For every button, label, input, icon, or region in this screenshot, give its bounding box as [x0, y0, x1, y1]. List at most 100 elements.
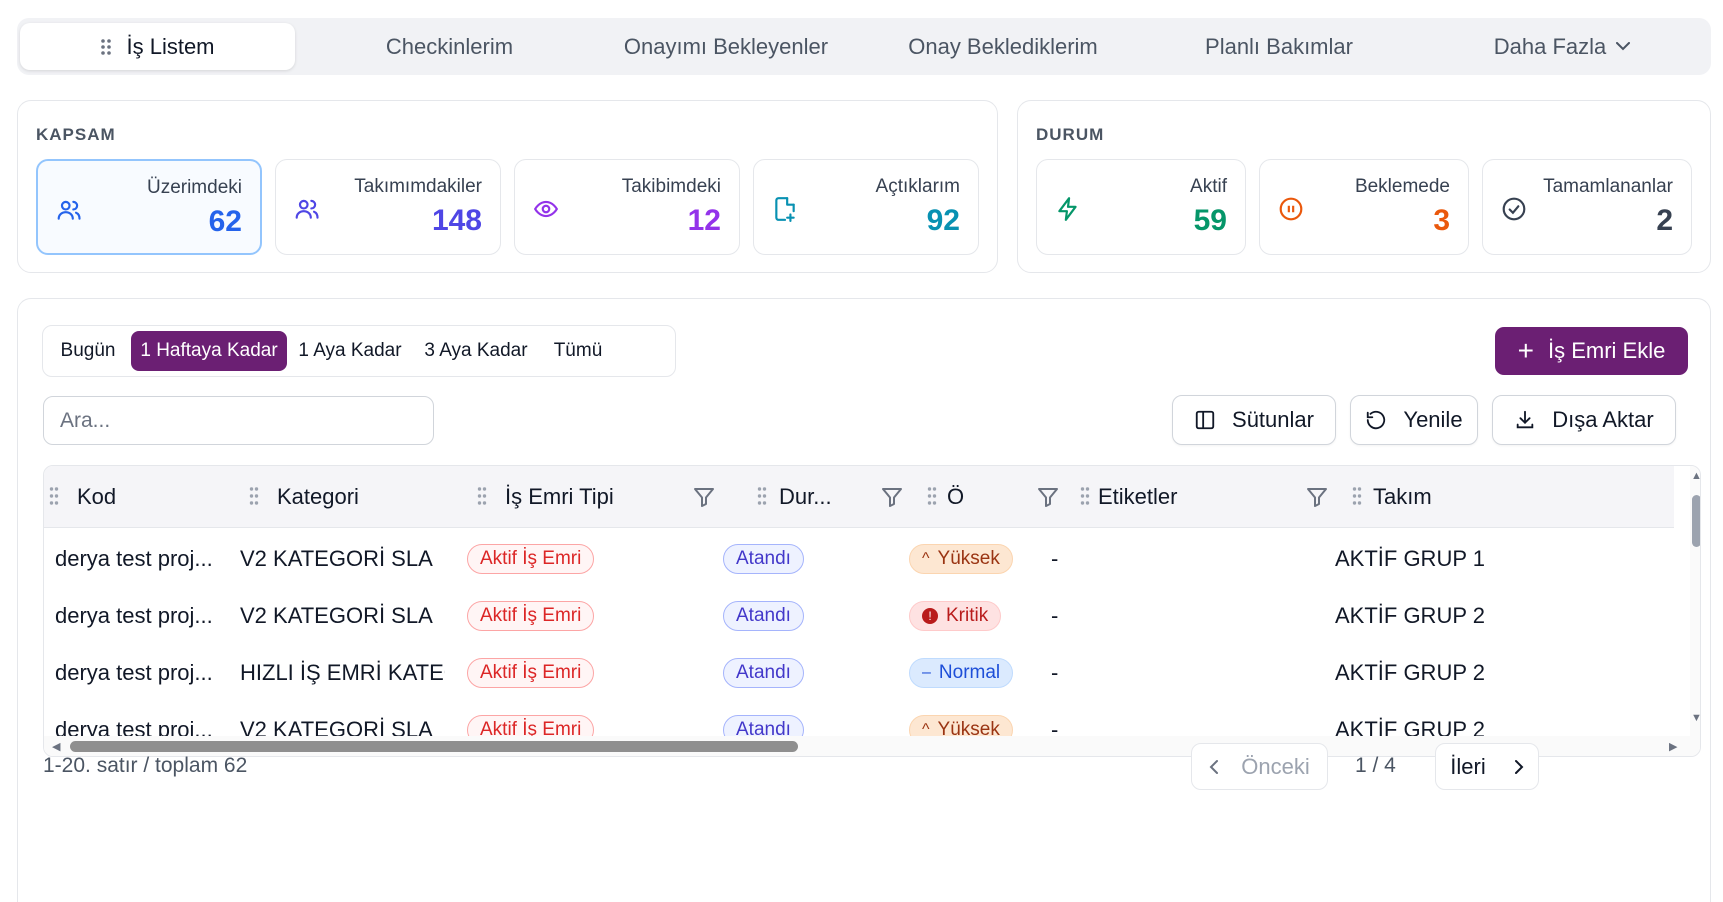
drag-handle-icon	[249, 487, 259, 505]
stat-card-uzerimdeki[interactable]: Üzerimdeki 62	[36, 159, 262, 255]
horizontal-scroll-thumb[interactable]	[70, 741, 798, 752]
stat-card-takimimdakiler[interactable]: Takımımdakiler 148	[275, 159, 501, 255]
table-row[interactable]: derya test proj... HIZLI İŞ EMRİ KATEGOR…	[44, 642, 1674, 705]
column-header-oncelik[interactable]: Ö	[927, 466, 1080, 528]
stat-card-aktif[interactable]: Aktif 59	[1036, 159, 1246, 255]
tab-checkinlerim[interactable]: Checkinlerim	[312, 23, 587, 70]
stat-value: 3	[1433, 204, 1450, 237]
scroll-up-arrow-icon[interactable]: ▲	[1691, 470, 1700, 482]
stat-card-takibimdeki[interactable]: Takibimdeki 12	[514, 159, 740, 255]
cell-durum: Atandı	[723, 585, 893, 647]
cell-oncelik: ^ Yüksek	[909, 528, 1069, 590]
column-header-etiketler[interactable]: Etiketler	[1080, 466, 1352, 528]
column-label: Takım	[1373, 484, 1432, 509]
top-tab-bar: İş Listem Checkinlerim Onayımı Bekleyenl…	[17, 18, 1711, 75]
column-header-kategori[interactable]: Kategori	[249, 466, 477, 528]
cell-kategori: HIZLI İŞ EMRİ KATEGORİ	[240, 642, 445, 704]
stat-card-actiklarim[interactable]: Açtıklarım 92	[753, 159, 979, 255]
alert-circle-icon: !	[922, 608, 938, 624]
next-page-button[interactable]: İleri	[1435, 743, 1539, 790]
range-1-ay[interactable]: 1 Aya Kadar	[290, 331, 410, 371]
cell-etiket: -	[1051, 546, 1059, 571]
columns-icon	[1195, 410, 1215, 430]
date-range-filter: Bugün 1 Haftaya Kadar 1 Aya Kadar 3 Aya …	[42, 325, 676, 377]
range-bugun[interactable]: Bugün	[48, 331, 128, 371]
priority-label: Kritik	[946, 605, 989, 626]
export-button[interactable]: Dışa Aktar	[1492, 395, 1676, 445]
tab-planli-bakimlar[interactable]: Planlı Bakımlar	[1141, 23, 1417, 70]
vertical-scrollbar[interactable]: ▲ ▼	[1690, 466, 1700, 756]
vertical-scroll-thumb[interactable]	[1692, 495, 1700, 547]
category-text: V2 KATEGORİ SLA	[240, 603, 433, 628]
scroll-down-arrow-icon[interactable]: ▼	[1691, 712, 1700, 724]
kapsam-panel: KAPSAM Üzerimdeki 62 Takımımdakiler 148 …	[17, 100, 998, 273]
status-badge: Atandı	[723, 601, 804, 631]
drag-handle-icon	[101, 38, 112, 55]
tab-daha-fazla[interactable]: Daha Fazla	[1417, 23, 1707, 70]
tab-label: Checkinlerim	[385, 33, 514, 59]
range-3-ay[interactable]: 3 Aya Kadar	[413, 331, 539, 371]
range-tumu[interactable]: Tümü	[542, 331, 614, 371]
chevron-left-icon	[1209, 759, 1219, 774]
page-indicator: 1 / 4	[1355, 754, 1396, 777]
filter-icon[interactable]	[1036, 485, 1060, 509]
column-header-is-emri-tipi[interactable]: İş Emri Tipi	[477, 466, 757, 528]
pause-circle-icon	[1279, 197, 1303, 221]
scroll-left-arrow-icon[interactable]: ◀	[52, 740, 60, 753]
check-circle-icon	[1502, 197, 1526, 221]
category-text: HIZLI İŞ EMRİ KATEGORİ	[240, 660, 445, 685]
cell-durum: Atandı	[723, 528, 893, 590]
bolt-icon	[1058, 197, 1077, 221]
table-row[interactable]: derya test proj... V2 KATEGORİ SLAS Akti…	[44, 528, 1674, 591]
column-header-takim[interactable]: Takım	[1352, 466, 1674, 528]
durum-panel: DURUM Aktif 59 Beklemede 3 Tamamlananlar…	[1017, 100, 1711, 273]
stat-value: 12	[687, 204, 721, 237]
tab-label: Onay Bekledikle­rim	[908, 33, 1098, 59]
stat-label: Aktif	[1190, 176, 1227, 197]
row-range-text: 1-20. satır / toplam 62	[43, 754, 248, 777]
column-label: Kod	[77, 484, 117, 509]
table-header: Kod Kategori İş Emri Tipi Dur... Ö Etike…	[44, 466, 1674, 528]
panel-title: DURUM	[1036, 125, 1105, 144]
stat-value: 59	[1193, 204, 1227, 237]
cell-takim: AKTİF GRUP 2	[1335, 660, 1485, 685]
cell-kategori: V2 KATEGORİ SLAS	[240, 585, 445, 647]
refresh-label: Yenile	[1403, 407, 1463, 432]
panel-title: KAPSAM	[36, 125, 116, 144]
filter-icon[interactable]	[1305, 485, 1329, 509]
cell-oncelik: – Normal	[909, 642, 1069, 704]
tab-label: Daha Fazla	[1493, 33, 1607, 59]
type-badge: Aktif İş Emri	[467, 544, 595, 574]
users-icon	[57, 200, 81, 220]
priority-badge: – Normal	[909, 658, 1014, 688]
drag-handle-icon	[477, 487, 487, 505]
priority-badge: ! Kritik	[909, 601, 1002, 631]
tab-onay-bekledikle­rim[interactable]: Onay Bekledikle­rim	[865, 23, 1141, 70]
chevron-up-icon: ^	[922, 550, 930, 567]
stat-card-tamamlananlar[interactable]: Tamamlananlar 2	[1482, 159, 1692, 255]
refresh-button[interactable]: Yenile	[1350, 395, 1478, 445]
column-header-durum[interactable]: Dur...	[757, 466, 927, 528]
range-1-hafta[interactable]: 1 Haftaya Kadar	[131, 331, 287, 371]
column-label: Kategori	[277, 484, 359, 509]
stat-value: 2	[1656, 204, 1673, 237]
stat-card-beklemede[interactable]: Beklemede 3	[1259, 159, 1469, 255]
cell-etiket: -	[1051, 660, 1059, 685]
tab-onayimi-bekleyenler[interactable]: Onayımı Bekleyenler	[587, 23, 865, 70]
previous-page-button[interactable]: Önceki	[1191, 743, 1328, 790]
column-header-kod[interactable]: Kod	[44, 466, 249, 528]
cell-tip: Aktif İş Emri	[467, 528, 737, 590]
tab-is-listem[interactable]: İş Listem	[20, 23, 295, 70]
filter-icon[interactable]	[692, 485, 716, 509]
scroll-right-arrow-icon[interactable]: ▶	[1669, 740, 1677, 753]
cell-kategori: V2 KATEGORİ SLAS	[240, 528, 445, 590]
work-order-list-card: Bugün 1 Haftaya Kadar 1 Aya Kadar 3 Aya …	[17, 298, 1711, 902]
cell-tip: Aktif İş Emri	[467, 585, 737, 647]
drag-handle-icon	[1080, 487, 1090, 505]
filter-icon[interactable]	[880, 485, 904, 509]
table-row[interactable]: derya test proj... V2 KATEGORİ SLAS Akti…	[44, 585, 1674, 648]
search-input[interactable]	[43, 396, 434, 445]
add-work-order-button[interactable]: + İş Emri Ekle	[1495, 327, 1688, 375]
cell-takim: AKTİF GRUP 2	[1335, 603, 1485, 628]
columns-button[interactable]: Sütunlar	[1172, 395, 1336, 445]
